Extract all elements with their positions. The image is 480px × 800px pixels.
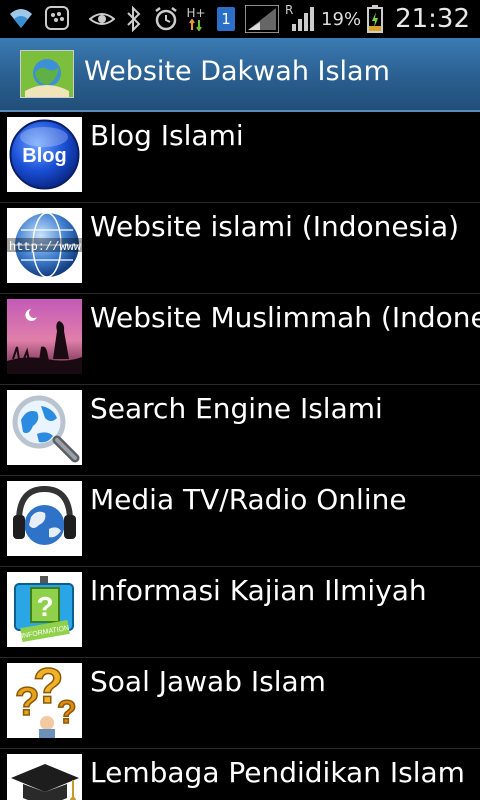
sim-card-icon: 1	[213, 5, 239, 33]
app-title: Website Dakwah Islam	[84, 56, 390, 87]
battery-charging-icon	[367, 5, 384, 33]
battery-percent: 19%	[321, 8, 362, 30]
notification-icons	[8, 4, 70, 32]
app-header: Website Dakwah Islam	[0, 38, 480, 112]
list-item-label: Website Muslimmah (Indonesia)	[90, 301, 480, 334]
list-item-website-islami[interactable]: http://www Website islami (Indonesia)	[0, 203, 480, 294]
clock: 21:32	[395, 4, 470, 34]
wifi-icon	[8, 4, 34, 32]
magnifier-globe-icon	[7, 390, 82, 465]
status-bar: H+ 1 R 19% 21:32	[0, 0, 480, 38]
list-item-label: Media TV/Radio Online	[90, 483, 407, 516]
information-sign-icon: ? INFORMATION	[7, 572, 82, 647]
signal-strength-icon	[245, 5, 280, 33]
list-item-label: Informasi Kajian Ilmiyah	[90, 574, 427, 607]
graduation-cap-icon	[7, 754, 82, 800]
question-marks-icon: ? ? ?	[7, 663, 82, 738]
svg-text:?: ?	[36, 591, 53, 622]
system-icons: H+ 1 R 19% 21:32	[89, 3, 470, 34]
list-item-label: Search Engine Islami	[90, 392, 383, 425]
data-network-icon: H+	[185, 5, 207, 33]
list-item-search-engine[interactable]: Search Engine Islami	[0, 385, 480, 476]
globe-www-icon: http://www	[7, 208, 82, 283]
blog-icon-text: Blog	[22, 145, 66, 167]
list-item-label: Blog Islami	[90, 119, 244, 152]
sim-slot-label: 1	[217, 7, 236, 31]
list-item-soal-jawab[interactable]: ? ? ? Soal Jawab Islam	[0, 658, 480, 749]
blog-icon: Blog	[7, 117, 82, 192]
roaming-label: R	[285, 3, 294, 17]
list-item-label: Lembaga Pendidikan Islam	[90, 756, 465, 789]
app-logo-icon	[20, 50, 74, 98]
svg-text:?: ?	[57, 694, 77, 730]
eye-icon	[89, 5, 116, 33]
website-list: Blog Blog Islami http://www Website isla…	[0, 112, 480, 800]
bluetooth-icon	[121, 5, 147, 33]
list-item-lembaga-pendidikan[interactable]: Lembaga Pendidikan Islam	[0, 749, 480, 800]
roaming-signal-icon: R	[285, 3, 315, 33]
list-item-informasi-kajian[interactable]: ? INFORMATION Informasi Kajian Ilmiyah	[0, 567, 480, 658]
list-item-media-tv-radio[interactable]: Media TV/Radio Online	[0, 476, 480, 567]
silhouette-moon-icon	[7, 299, 82, 374]
headphones-globe-icon	[7, 481, 82, 556]
list-item-blog-islami[interactable]: Blog Blog Islami	[0, 112, 480, 203]
list-item-label: Website islami (Indonesia)	[90, 210, 460, 243]
network-type-label: H+	[186, 6, 206, 20]
bbm-icon	[44, 4, 70, 32]
url-text: http://www	[9, 240, 82, 254]
alarm-icon	[153, 5, 179, 33]
list-item-website-muslimmah[interactable]: Website Muslimmah (Indonesia)	[0, 294, 480, 385]
list-item-label: Soal Jawab Islam	[90, 665, 326, 698]
